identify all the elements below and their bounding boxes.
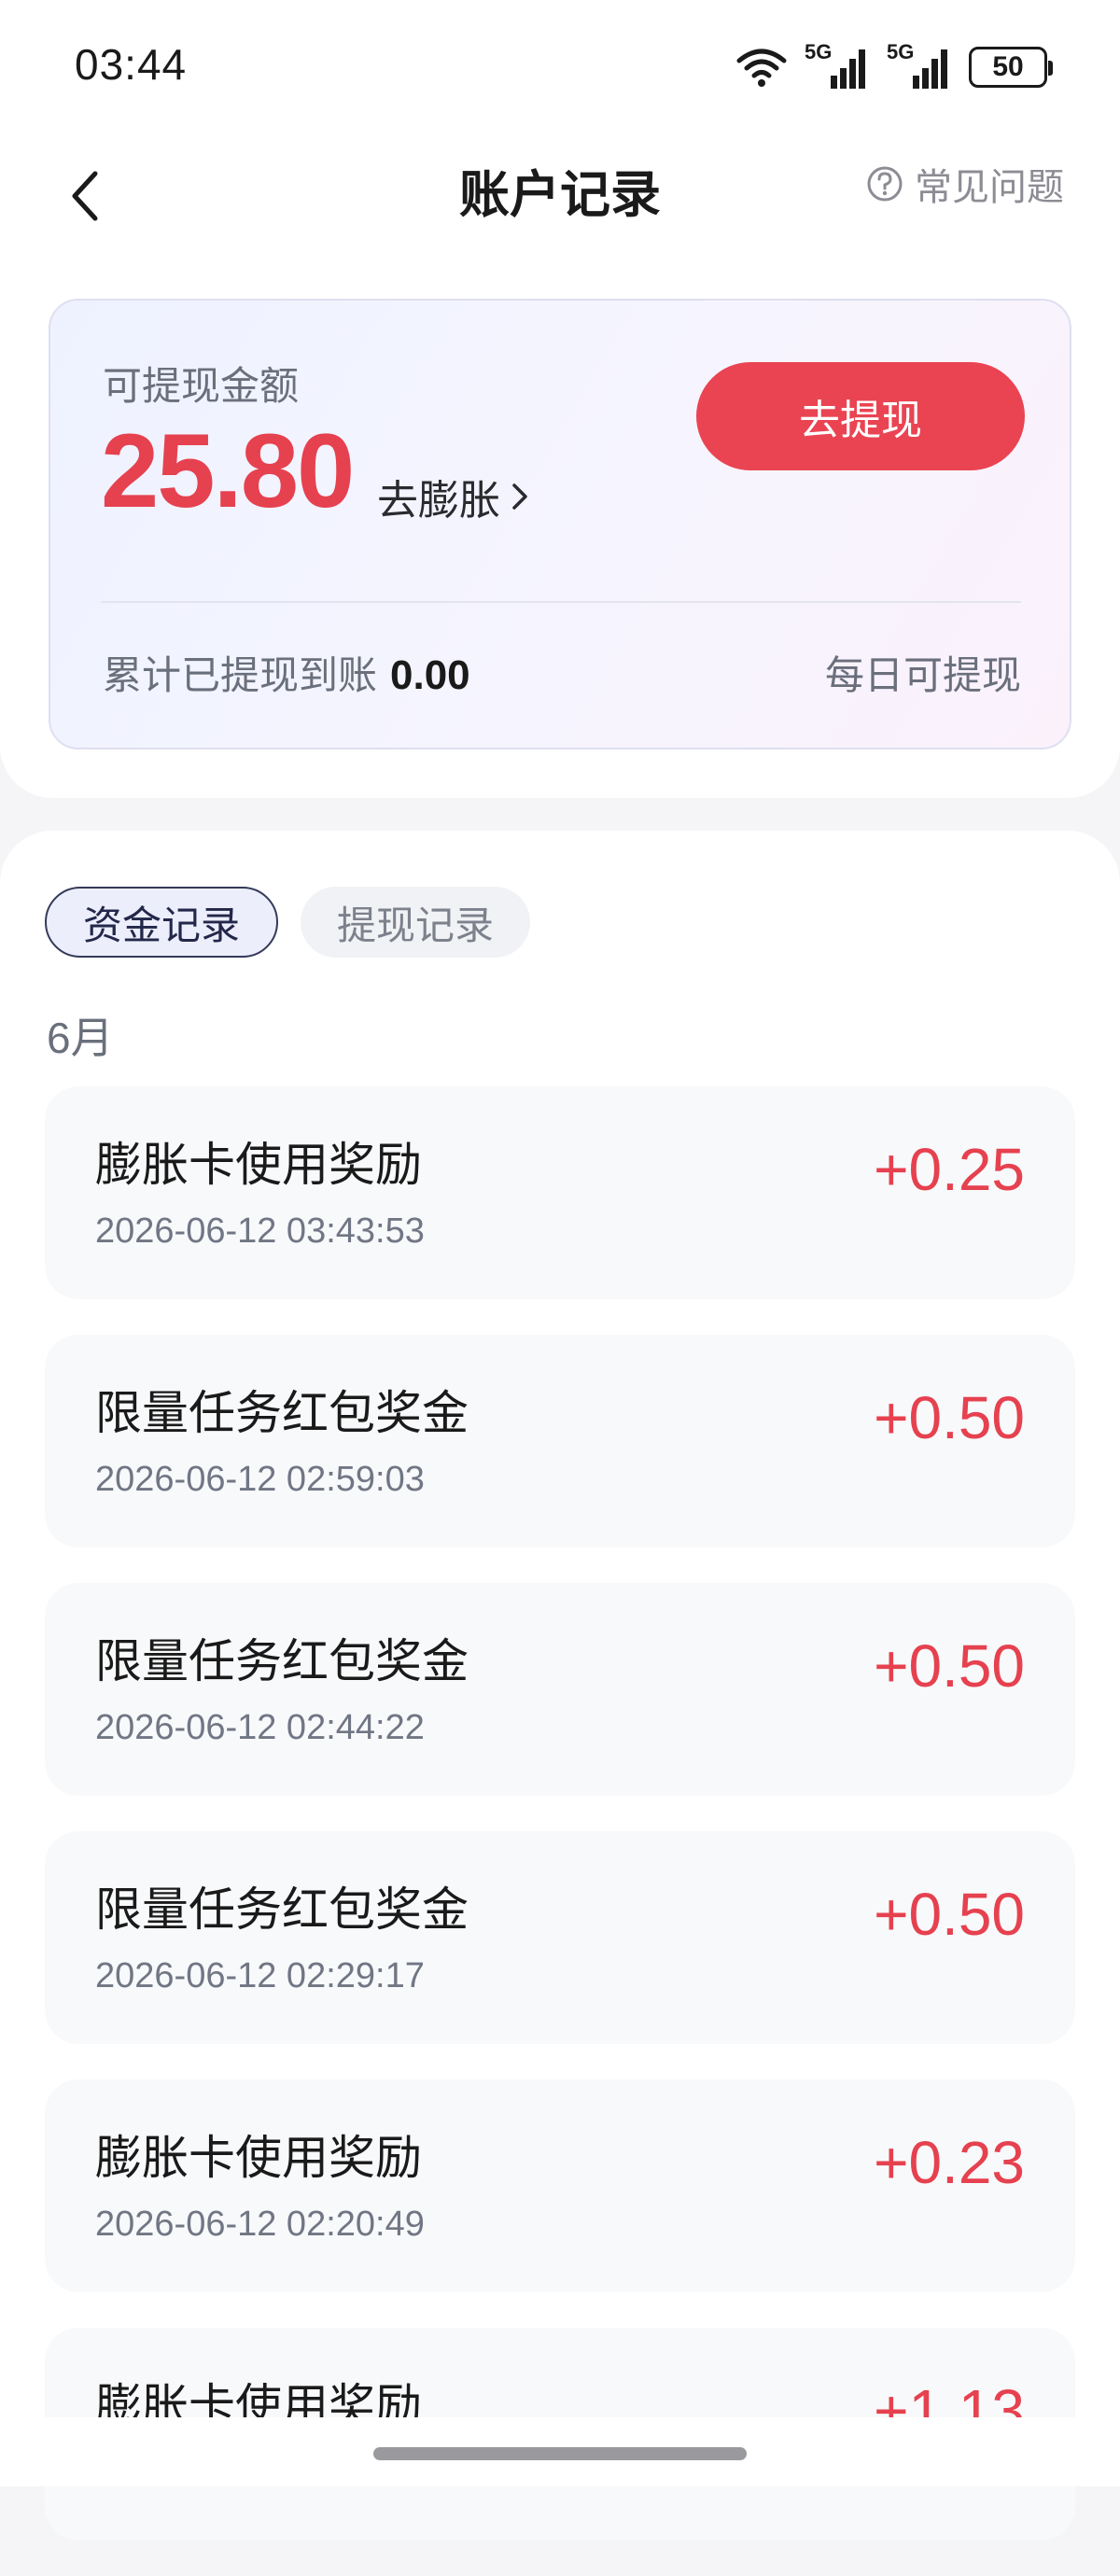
list-item[interactable]: 膨胀卡使用奖励 2026-06-12 02:20:49 +0.23 — [45, 2079, 1075, 2292]
status-bar: 03:44 5G 5G 50 — [0, 0, 1120, 140]
record-time: 2026-06-12 02:44:22 — [95, 1708, 425, 1747]
record-time: 2026-06-12 02:59:03 — [95, 1460, 425, 1499]
record-time: 2026-06-12 03:43:53 — [95, 1211, 425, 1251]
list-item[interactable]: 限量任务红包奖金 2026-06-12 02:29:17 +0.50 — [45, 1831, 1075, 2044]
balance-amount: 25.80 — [101, 413, 355, 529]
withdraw-button[interactable]: 去提现 — [696, 362, 1025, 470]
record-title: 限量任务红包奖金 — [95, 1635, 469, 1687]
faq-link[interactable]: 常见问题 — [866, 157, 1064, 211]
question-circle-icon — [867, 166, 903, 202]
balance-section: 可提现金额 25.80 去膨胀 去提现 累计已提现到账 0.00 每日可提现 — [0, 261, 1120, 798]
record-tabs: 资金记录 提现记录 — [45, 887, 530, 958]
record-title: 膨胀卡使用奖励 — [95, 1139, 422, 1191]
record-amount: +0.25 — [874, 1136, 1025, 1203]
wifi-icon — [736, 49, 787, 87]
status-icons: 5G 5G 50 — [735, 40, 1053, 93]
total-withdrawn-label: 累计已提现到账 — [103, 653, 378, 697]
record-title: 限量任务红包奖金 — [95, 1883, 469, 1936]
list-item[interactable]: 限量任务红包奖金 2026-06-12 02:59:03 +0.50 — [45, 1335, 1075, 1547]
faq-label: 常见问题 — [915, 167, 1064, 208]
records-panel: 资金记录 提现记录 6月 膨胀卡使用奖励 2026-06-12 03:43:53… — [0, 831, 1120, 2541]
list-item[interactable]: 膨胀卡使用奖励 2026-06-12 03:43:53 +0.25 — [45, 1086, 1075, 1299]
card-divider — [101, 601, 1021, 603]
daily-withdraw-note: 每日可提现 — [824, 653, 1021, 697]
record-list: 膨胀卡使用奖励 2026-06-12 03:43:53 +0.25 限量任务红包… — [45, 1086, 1075, 2576]
balance-card: 可提现金额 25.80 去膨胀 去提现 累计已提现到账 0.00 每日可提现 — [49, 299, 1071, 749]
record-title: 限量任务红包奖金 — [95, 1387, 469, 1439]
chevron-right-icon — [512, 483, 527, 510]
total-withdrawn-value: 0.00 — [390, 652, 470, 698]
month-label: 6月 — [47, 1014, 114, 1062]
expand-label: 去膨胀 — [377, 478, 500, 524]
expand-link[interactable]: 去膨胀 — [377, 467, 530, 526]
tab-withdraw-records[interactable]: 提现记录 — [301, 887, 530, 958]
total-withdrawn: 累计已提现到账 0.00 — [103, 644, 470, 701]
header: 账户记录 常见问题 — [0, 140, 1120, 261]
cellular-signal-2-icon: 5G — [887, 40, 952, 91]
home-indicator[interactable] — [373, 2447, 747, 2460]
status-time: 03:44 — [75, 40, 188, 89]
record-title: 膨胀卡使用奖励 — [95, 2132, 422, 2184]
list-item[interactable]: 限量任务红包奖金 2026-06-12 02:44:22 +0.50 — [45, 1583, 1075, 1796]
record-amount: +0.23 — [874, 2129, 1025, 2196]
tab-fund-records[interactable]: 资金记录 — [45, 887, 278, 958]
cellular-signal-1-icon: 5G — [805, 40, 870, 91]
record-time: 2026-06-12 02:29:17 — [95, 1956, 425, 1995]
balance-label: 可提现金额 — [103, 364, 300, 408]
battery-icon: 50 — [969, 47, 1053, 88]
record-amount: +0.50 — [874, 1384, 1025, 1451]
record-amount: +0.50 — [874, 1632, 1025, 1700]
record-amount: +0.50 — [874, 1881, 1025, 1948]
battery-level: 50 — [992, 51, 1024, 82]
record-time: 2026-06-12 02:20:49 — [95, 2205, 425, 2244]
